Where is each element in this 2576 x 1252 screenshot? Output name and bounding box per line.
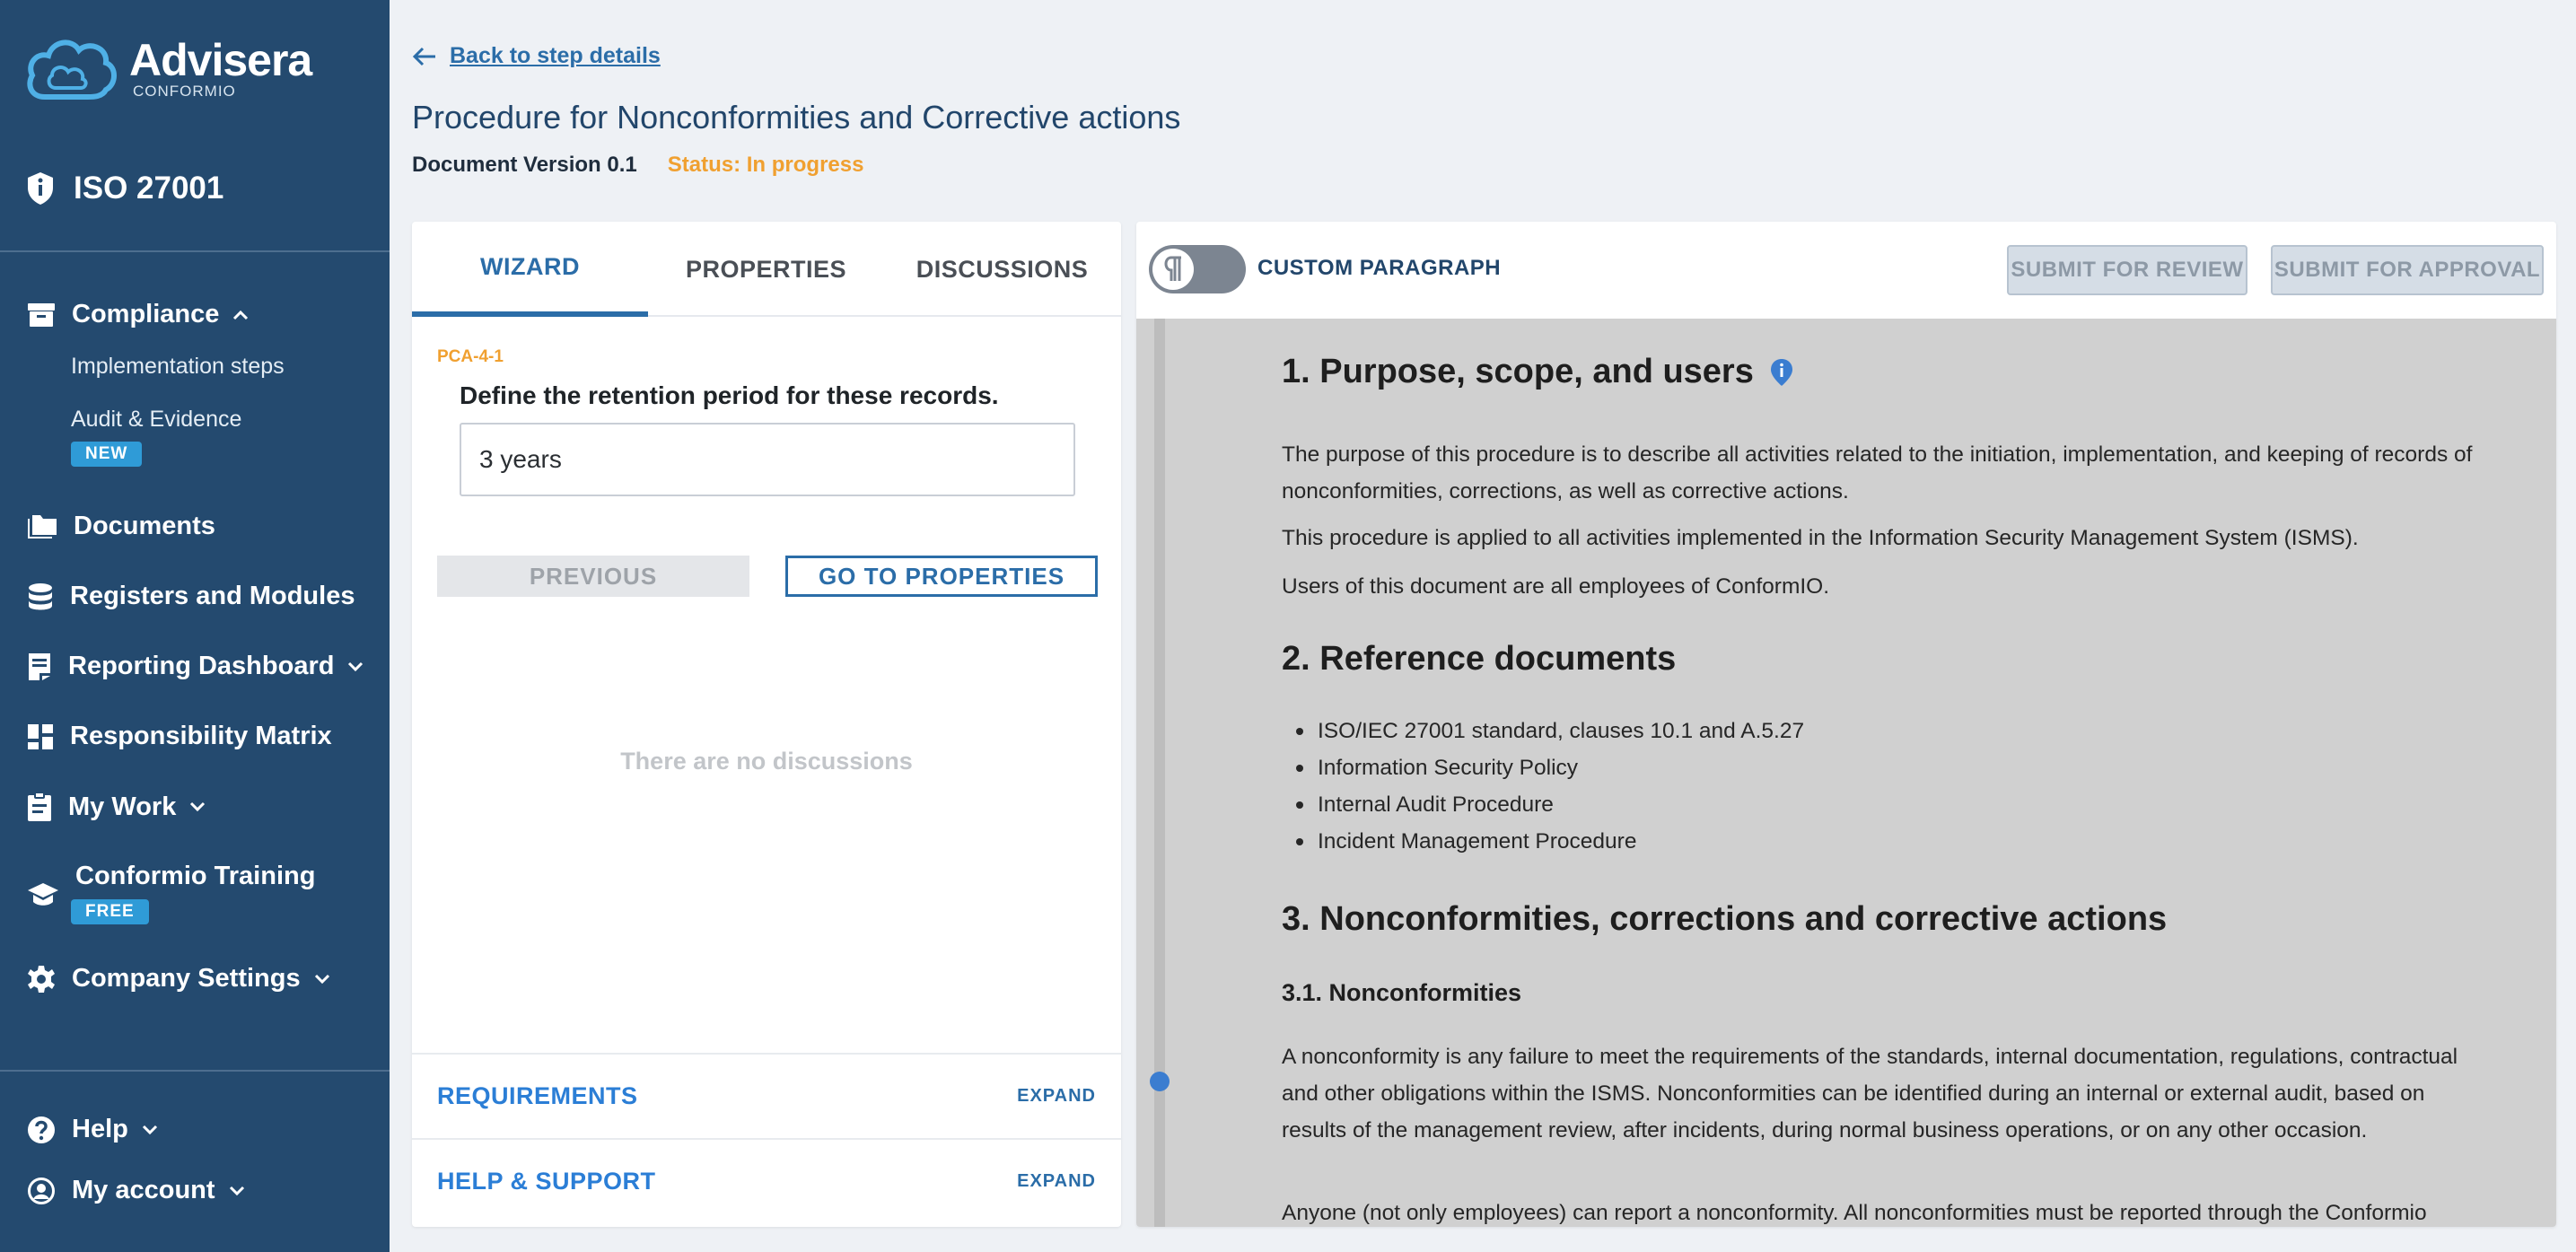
- sidebar-item-account[interactable]: My account: [27, 1176, 246, 1205]
- sidebar-item-label: Company Settings: [72, 964, 301, 993]
- section-heading: 3. Nonconformities, corrections and corr…: [1282, 900, 2168, 938]
- back-link-label: Back to step details: [450, 43, 661, 68]
- list-item: Incident Management Procedure: [1282, 823, 1804, 860]
- user-circle-icon: [28, 1177, 55, 1204]
- paragraph: Users of this document are all employees…: [1282, 574, 1830, 599]
- document-body[interactable]: 1. Purpose, scope, and users The purpose…: [1136, 319, 2556, 1227]
- sidebar-item-company-settings[interactable]: Company Settings: [27, 964, 331, 994]
- document-version: Document Version 0.1: [412, 153, 637, 177]
- section-heading: 1. Purpose, scope, and users: [1282, 353, 1793, 391]
- list-item: Internal Audit Procedure: [1282, 786, 1804, 823]
- sidebar-item-help[interactable]: Help: [27, 1115, 159, 1144]
- free-badge: FREE: [71, 899, 149, 924]
- report-icon: [29, 652, 50, 680]
- document-meta: Document Version 0.1 Status: In progress: [412, 153, 863, 178]
- sidebar: Advisera CONFORMIO ISO 27001 Compliance …: [0, 0, 390, 1252]
- archive-icon: [28, 302, 55, 327]
- sidebar-subitem-implementation-steps[interactable]: Implementation steps: [71, 354, 285, 380]
- requirements-label: REQUIREMENTS: [437, 1081, 638, 1109]
- answer-input[interactable]: 3 years: [460, 423, 1075, 496]
- step-code: PCA-4-1: [437, 347, 504, 366]
- cloud-logo-icon: [27, 39, 117, 100]
- shield-info-icon: [28, 172, 53, 205]
- back-link[interactable]: Back to step details: [412, 43, 661, 69]
- sidebar-item-label: Documents: [74, 512, 215, 540]
- chevron-down-icon: [348, 661, 364, 671]
- sidebar-item-label: Registers and Modules: [70, 582, 355, 610]
- page-title: Procedure for Nonconformities and Correc…: [412, 99, 1181, 136]
- logo[interactable]: Advisera CONFORMIO: [25, 34, 312, 104]
- brand-sub: CONFORMIO: [133, 83, 236, 100]
- subsection-heading: 3.1. Nonconformities: [1282, 979, 1522, 1006]
- toggle-knob: [1152, 249, 1194, 290]
- custom-paragraph-toggle[interactable]: [1149, 245, 1246, 293]
- info-icon[interactable]: [1770, 358, 1793, 387]
- sidebar-item-responsibility[interactable]: Responsibility Matrix: [27, 722, 332, 751]
- graduation-cap-icon: [28, 883, 58, 906]
- sidebar-divider: [0, 250, 390, 252]
- requirements-accordion[interactable]: REQUIREMENTS EXPAND: [412, 1053, 1121, 1137]
- expand-button[interactable]: EXPAND: [1017, 1171, 1096, 1192]
- editor-toolbar: CUSTOM PARAGRAPH SUBMIT FOR REVIEW SUBMI…: [1136, 222, 2556, 317]
- help-circle-icon: [28, 1116, 55, 1143]
- sidebar-item-label: Conformio Training: [75, 862, 316, 890]
- section-heading: 2. Reference documents: [1282, 640, 1677, 678]
- no-discussions-message: There are no discussions: [620, 748, 913, 775]
- sidebar-item-documents[interactable]: Documents: [27, 512, 215, 541]
- list-item: Information Security Policy: [1282, 749, 1804, 786]
- sidebar-item-compliance[interactable]: Compliance: [27, 300, 250, 329]
- sidebar-divider: [0, 1070, 390, 1072]
- database-icon: [29, 582, 52, 609]
- wizard-panel: WIZARD PROPERTIES DISCUSSIONS PCA-4-1 De…: [412, 222, 1121, 1227]
- chevron-down-icon: [229, 1186, 244, 1195]
- custom-paragraph-label: CUSTOM PARAGRAPH: [1257, 256, 1502, 280]
- paragraph-marker[interactable]: [1150, 1072, 1170, 1091]
- submit-for-review-button[interactable]: SUBMIT FOR REVIEW: [2007, 245, 2247, 295]
- clipboard-icon: [28, 792, 51, 821]
- list-item: ISO/IEC 27001 standard, clauses 10.1 and…: [1282, 713, 1804, 749]
- help-support-label: HELP & SUPPORT: [437, 1167, 656, 1195]
- grid-icon: [28, 723, 53, 749]
- gear-icon: [28, 965, 55, 993]
- new-badge: NEW: [71, 442, 143, 467]
- sidebar-item-label: Responsibility Matrix: [70, 722, 332, 750]
- sidebar-item-label: Help: [72, 1115, 128, 1143]
- chevron-down-icon: [190, 801, 206, 812]
- tab-wizard[interactable]: WIZARD: [412, 222, 648, 317]
- sidebar-subitem-audit-evidence[interactable]: Audit & Evidence: [71, 407, 241, 433]
- go-to-properties-button[interactable]: GO TO PROPERTIES: [785, 556, 1098, 597]
- arrow-left-icon: [412, 47, 435, 66]
- chevron-down-icon: [142, 1125, 157, 1134]
- paragraph: This procedure is applied to all activit…: [1282, 526, 2359, 550]
- expand-button[interactable]: EXPAND: [1017, 1086, 1096, 1107]
- standard-selector[interactable]: ISO 27001: [27, 171, 223, 206]
- submit-for-approval-button[interactable]: SUBMIT FOR APPROVAL: [2271, 245, 2544, 295]
- chevron-up-icon: [233, 310, 249, 320]
- tab-discussions[interactable]: DISCUSSIONS: [884, 222, 1120, 317]
- sidebar-item-mywork[interactable]: My Work: [27, 792, 206, 822]
- sidebar-item-label: My Work: [68, 792, 177, 821]
- previous-button[interactable]: PREVIOUS: [437, 556, 749, 597]
- section-title: 1. Purpose, scope, and users: [1282, 353, 1754, 390]
- document-editor: CUSTOM PARAGRAPH SUBMIT FOR REVIEW SUBMI…: [1136, 222, 2556, 1227]
- standard-label: ISO 27001: [74, 171, 224, 206]
- sidebar-item-label: Compliance: [72, 300, 220, 328]
- wizard-question: Define the retention period for these re…: [460, 381, 999, 409]
- chevron-down-icon: [314, 974, 329, 984]
- tab-properties[interactable]: PROPERTIES: [648, 222, 884, 317]
- folders-icon: [28, 514, 57, 538]
- paragraph: A nonconformity is any failure to meet t…: [1282, 1045, 2458, 1143]
- sidebar-item-registers[interactable]: Registers and Modules: [27, 582, 355, 611]
- pilcrow-icon: [1164, 256, 1181, 281]
- sidebar-item-label: My account: [72, 1176, 215, 1204]
- paragraph: Anyone (not only employees) can report a…: [1282, 1201, 2427, 1225]
- status-badge: Status: In progress: [667, 153, 864, 177]
- sidebar-item-label: Reporting Dashboard: [68, 652, 335, 680]
- help-support-accordion[interactable]: HELP & SUPPORT EXPAND: [412, 1138, 1121, 1222]
- reference-list: ISO/IEC 27001 standard, clauses 10.1 and…: [1282, 713, 1804, 860]
- tab-bar: WIZARD PROPERTIES DISCUSSIONS: [412, 222, 1121, 317]
- sidebar-item-reporting[interactable]: Reporting Dashboard: [27, 652, 364, 681]
- brand-name: Advisera: [129, 35, 312, 85]
- paragraph: The purpose of this procedure is to desc…: [1282, 442, 2473, 503]
